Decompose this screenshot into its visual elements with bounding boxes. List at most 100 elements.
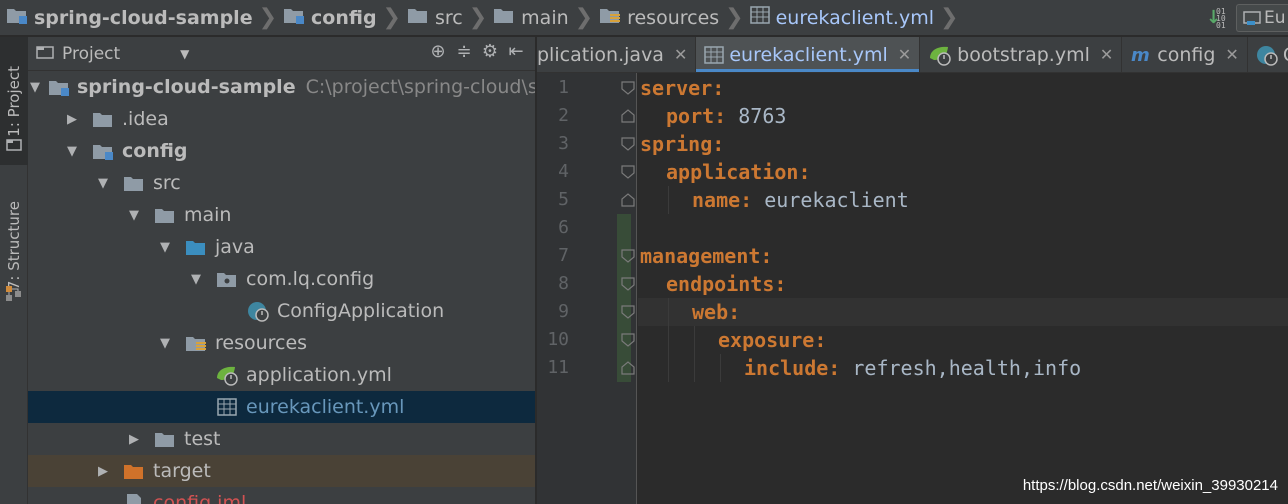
spring-boot-class-icon [246, 300, 270, 322]
fold-start-icon[interactable] [621, 165, 635, 179]
code-line[interactable]: include: refresh,health,info [638, 354, 1288, 382]
locate-file-icon[interactable]: ⊕ [425, 41, 451, 62]
expand-arrow-icon[interactable]: ▼ [123, 208, 145, 223]
collapse-arrow-icon[interactable]: ▶ [123, 432, 145, 447]
tree-item-com-lq-config[interactable]: ▼ com.lq.config [28, 263, 535, 295]
code-line[interactable] [638, 214, 1288, 242]
yaml-file-icon [749, 5, 770, 30]
editor-tab-confi[interactable]: Confi [1248, 37, 1288, 72]
code-editor[interactable]: server: port: 8763 spring: application: name… [638, 73, 1288, 504]
breadcrumb-separator-icon: ❯ [382, 5, 401, 30]
hide-panel-icon[interactable]: ⇤ [503, 41, 529, 62]
breadcrumb-config[interactable]: config ❯ [283, 0, 407, 35]
tree-item-label: com.lq.config [246, 268, 375, 290]
run-configuration-selector[interactable]: Eu [1236, 4, 1288, 32]
tree-item-config[interactable]: ▼ config [28, 135, 535, 167]
editor-tab-config[interactable]: m config ✕ [1122, 37, 1248, 72]
code-line[interactable]: spring: [638, 130, 1288, 158]
breadcrumb-separator-icon: ❯ [574, 5, 594, 30]
breadcrumb-label: resources [627, 6, 720, 29]
yaml-key: endpoints: [666, 272, 787, 296]
vcs-change-marker[interactable] [617, 214, 631, 382]
code-line[interactable]: server: [638, 74, 1288, 102]
line-number: 4 [558, 161, 569, 182]
tree-item-label: config.iml [153, 492, 247, 504]
breadcrumb-src[interactable]: src ❯ [407, 0, 493, 35]
fold-start-icon[interactable] [621, 277, 635, 291]
breadcrumb-separator-icon: ❯ [258, 5, 278, 30]
code-line[interactable]: management: [638, 242, 1288, 270]
tree-item-label: application.yml [246, 364, 392, 386]
expand-arrow-icon[interactable]: ▼ [30, 80, 40, 95]
navigation-bar: spring-cloud-sample ❯ config ❯ src ❯ main ❯ reso… [0, 0, 1288, 36]
expand-arrow-icon[interactable]: ▼ [185, 272, 207, 287]
project-tool-icon [6, 137, 22, 151]
line-number: 10 [547, 329, 569, 350]
tree-item-main[interactable]: ▼ main [28, 199, 535, 231]
fold-start-icon[interactable] [621, 81, 635, 95]
fold-start-icon[interactable] [621, 137, 635, 151]
close-icon[interactable]: ✕ [898, 45, 911, 64]
breadcrumb-main[interactable]: main ❯ [493, 0, 599, 35]
tree-item-resources[interactable]: ▼ resources [28, 327, 535, 359]
tree-item-label: java [215, 236, 255, 258]
source-folder-icon [184, 236, 208, 258]
watermark: https://blog.csdn.net/weixin_39930214 [1022, 477, 1278, 494]
spring-yaml-icon [215, 364, 239, 386]
editor-tab-label: Confi [1283, 44, 1288, 66]
collapse-all-icon[interactable]: ≑ [451, 41, 477, 62]
editor-tab-bootstrap-yml[interactable]: bootstrap.yml ✕ [920, 37, 1123, 72]
tree-item-target[interactable]: ▶ target [28, 455, 535, 487]
indent-guide [668, 298, 669, 326]
gear-icon[interactable]: ⚙ [477, 41, 503, 62]
code-line[interactable]: exposure: [638, 326, 1288, 354]
fold-start-icon[interactable] [621, 249, 635, 263]
tree-item-idea[interactable]: ▶ .idea [28, 103, 535, 135]
tree-item-java[interactable]: ▼ java [28, 231, 535, 263]
breadcrumb-separator-icon: ❯ [468, 5, 488, 30]
indent-guide [668, 354, 669, 382]
fold-end-icon[interactable] [621, 193, 635, 207]
breadcrumb-spring-cloud-sample[interactable]: spring-cloud-sample ❯ [6, 0, 283, 35]
code-line[interactable]: application: [638, 158, 1288, 186]
fold-end-icon[interactable] [621, 361, 635, 375]
project-view-icon [36, 44, 54, 64]
code-line[interactable]: port: 8763 [638, 102, 1288, 130]
excluded-folder-icon [122, 460, 146, 482]
tree-item-config-iml[interactable]: config.iml [28, 487, 535, 504]
close-icon[interactable]: ✕ [674, 45, 687, 64]
line-number: 2 [558, 105, 569, 126]
code-line[interactable]: name: eurekaclient [638, 186, 1288, 214]
expand-arrow-icon[interactable]: ▼ [154, 240, 176, 255]
collapse-arrow-icon[interactable]: ▶ [92, 464, 114, 479]
tree-item-spring-cloud-sample[interactable]: ▼ spring-cloud-sample C:\project\spring-cl… [28, 71, 535, 103]
tree-item-application-yml[interactable]: application.yml [28, 359, 535, 391]
code-line[interactable]: endpoints: [638, 270, 1288, 298]
expand-arrow-icon[interactable]: ▼ [61, 144, 83, 159]
editor-tab-eurekaclient-yml[interactable]: eurekaclient.yml ✕ [696, 37, 921, 72]
expand-arrow-icon[interactable]: ▼ [92, 176, 114, 191]
chevron-down-icon[interactable]: ▼ [180, 47, 189, 61]
yaml-file-icon [704, 45, 725, 65]
tree-item-src[interactable]: ▼ src [28, 167, 535, 199]
code-line[interactable]: web: [638, 298, 1288, 326]
fold-end-icon[interactable] [621, 109, 635, 123]
tree-item-test[interactable]: ▶ test [28, 423, 535, 455]
tree-item-label: test [184, 428, 221, 450]
sort-by-size-icon[interactable]: ↓ 01 10 01 [1204, 5, 1230, 31]
tree-item-eurekaclient-yml[interactable]: eurekaclient.yml [28, 391, 535, 423]
breadcrumb-eurekaclient-yml[interactable]: eurekaclient.yml ❯ [749, 0, 965, 35]
expand-arrow-icon[interactable]: ▼ [154, 336, 176, 351]
tree-item-label: .idea [122, 108, 169, 130]
breadcrumb-label: config [311, 6, 377, 29]
breadcrumb-separator-icon: ❯ [940, 5, 959, 30]
collapse-arrow-icon[interactable]: ▶ [61, 112, 83, 127]
close-icon[interactable]: ✕ [1100, 45, 1113, 64]
breadcrumb-resources[interactable]: resources ❯ [599, 0, 750, 35]
fold-start-icon[interactable] [621, 333, 635, 347]
close-icon[interactable]: ✕ [1225, 45, 1238, 64]
project-view-selector[interactable]: Project [62, 44, 120, 64]
editor-tab-plication-java[interactable]: plication.java ✕ [537, 37, 697, 72]
tree-item-configapplication[interactable]: ConfigApplication [28, 295, 535, 327]
fold-start-icon[interactable] [621, 305, 635, 319]
